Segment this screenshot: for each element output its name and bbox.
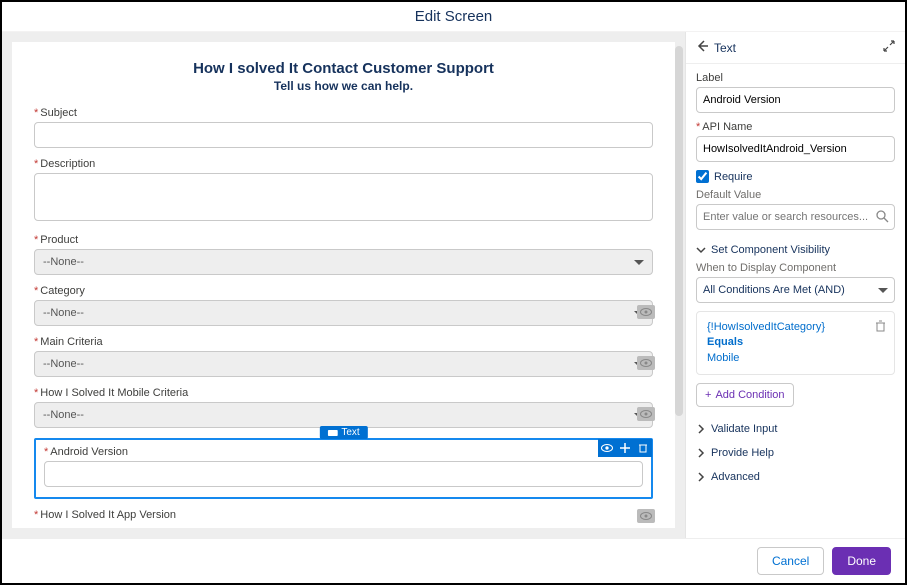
form-subtitle: Tell us how we can help. — [34, 79, 653, 93]
modal-body: How I solved It Contact Customer Support… — [2, 32, 905, 538]
label-input[interactable] — [696, 87, 895, 113]
condition-value[interactable]: Mobile — [707, 351, 884, 366]
subject-label: *Subject — [34, 107, 653, 119]
field-product[interactable]: *Product --None-- — [34, 234, 653, 275]
selection-tools — [598, 439, 652, 457]
mobile-criteria-select[interactable]: --None-- — [34, 402, 653, 428]
subject-input[interactable] — [34, 122, 653, 148]
visibility-eye-icon — [637, 305, 655, 319]
require-checkbox[interactable]: Require — [696, 170, 895, 183]
edit-screen-modal: Edit Screen How I solved It Contact Cust… — [0, 0, 907, 585]
main-criteria-label: *Main Criteria — [34, 336, 653, 348]
android-version-input[interactable] — [44, 461, 643, 487]
field-subject[interactable]: *Subject — [34, 107, 653, 148]
default-value-label: Default Value — [696, 189, 895, 201]
condition-operator[interactable]: Equals — [707, 335, 884, 350]
modal-title: Edit Screen — [2, 2, 905, 32]
modal-footer: Cancel Done — [2, 538, 905, 583]
chevron-down-icon — [878, 288, 888, 293]
plus-icon: + — [705, 389, 711, 401]
trash-icon[interactable] — [875, 320, 886, 335]
back-arrow-icon[interactable] — [696, 40, 708, 55]
move-icon[interactable] — [616, 439, 634, 457]
when-to-display-select[interactable]: All Conditions Are Met (AND) — [696, 277, 895, 303]
visibility-eye-icon — [598, 439, 616, 457]
field-description[interactable]: *Description — [34, 158, 653, 224]
properties-sidebar: Text Label *API Name Require Default Val… — [685, 32, 905, 538]
default-value-input[interactable] — [696, 204, 895, 230]
add-condition-button[interactable]: + Add Condition — [696, 383, 794, 407]
description-label: *Description — [34, 158, 653, 170]
visibility-section-header[interactable]: Set Component Visibility — [696, 238, 895, 262]
visibility-eye-icon — [637, 356, 655, 370]
field-category[interactable]: *Category --None-- — [34, 285, 653, 326]
app-version-label: *How I Solved It App Version — [34, 509, 653, 521]
visibility-eye-icon — [637, 407, 655, 421]
visibility-eye-icon — [637, 509, 655, 523]
main-criteria-select[interactable]: --None-- — [34, 351, 653, 377]
field-mobile-criteria[interactable]: *How I Solved It Mobile Criteria --None-… — [34, 387, 653, 428]
expand-icon[interactable] — [883, 40, 895, 55]
api-name-input[interactable] — [696, 136, 895, 162]
description-input[interactable] — [34, 173, 653, 221]
condition-card[interactable]: {!HowIsolvedItCategory} Equals Mobile — [696, 311, 895, 375]
form-title: How I solved It Contact Customer Support — [34, 60, 653, 77]
validate-input-section[interactable]: Validate Input — [696, 417, 895, 441]
category-label: *Category — [34, 285, 653, 297]
category-select[interactable]: --None-- — [34, 300, 653, 326]
done-button[interactable]: Done — [832, 547, 891, 575]
require-checkbox-input[interactable] — [696, 170, 709, 183]
component-type-tag: Text — [319, 426, 367, 439]
product-label: *Product — [34, 234, 653, 246]
canvas-wrap: How I solved It Contact Customer Support… — [2, 32, 685, 538]
sidebar-header: Text — [686, 32, 905, 64]
delete-icon[interactable] — [634, 439, 652, 457]
cancel-button[interactable]: Cancel — [757, 547, 824, 575]
product-select[interactable]: --None-- — [34, 249, 653, 275]
label-field-label: Label — [696, 72, 895, 84]
when-to-display-label: When to Display Component — [696, 262, 895, 274]
chevron-down-icon — [634, 260, 644, 265]
condition-resource[interactable]: {!HowIsolvedItCategory} — [707, 320, 884, 335]
android-version-label: *Android Version — [44, 446, 643, 458]
field-android-version-selected[interactable]: Text *Android Version — [34, 438, 653, 499]
search-icon — [876, 210, 889, 226]
advanced-section[interactable]: Advanced — [696, 465, 895, 489]
field-main-criteria[interactable]: *Main Criteria --None-- — [34, 336, 653, 377]
field-app-version[interactable]: *How I Solved It App Version — [34, 509, 653, 521]
canvas-scrollbar[interactable] — [675, 46, 683, 416]
component-type-label: Text — [714, 41, 736, 55]
form-canvas: How I solved It Contact Customer Support… — [12, 42, 675, 528]
provide-help-section[interactable]: Provide Help — [696, 441, 895, 465]
sidebar-body: Label *API Name Require Default Value Se… — [686, 64, 905, 538]
api-name-label: *API Name — [696, 121, 895, 133]
mobile-criteria-label: *How I Solved It Mobile Criteria — [34, 387, 653, 399]
